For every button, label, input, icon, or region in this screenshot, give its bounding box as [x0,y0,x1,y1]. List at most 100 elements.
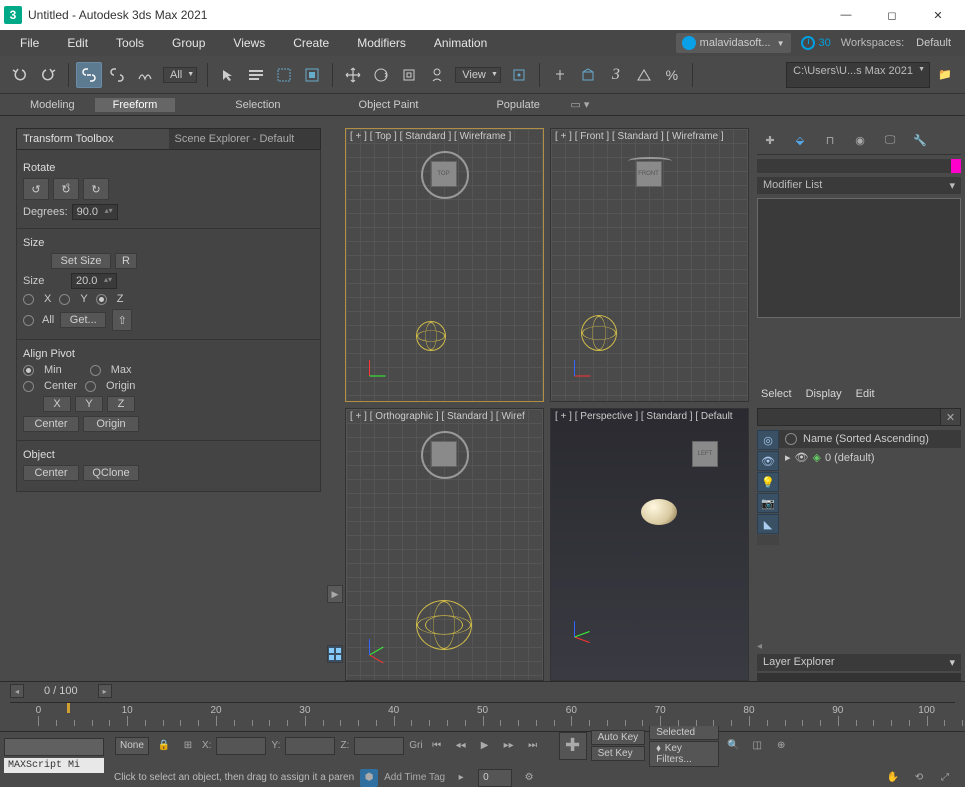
list-header[interactable]: Name (Sorted Ascending) [779,430,961,448]
snap-icon[interactable]: 3 [603,62,629,88]
layer-scrollbar[interactable] [757,673,961,681]
frame-field[interactable]: 0 [478,769,512,787]
keymode-icon[interactable] [575,62,601,88]
timetag-icon[interactable]: ⬢ [360,769,378,787]
nav-icon[interactable]: ⊕ [771,737,791,755]
axis-y-radio[interactable] [59,294,70,305]
layer-explorer-dropdown[interactable]: Layer Explorer▾ [757,654,961,671]
pivot-center-radio[interactable] [23,381,34,392]
viewport-top[interactable]: [ + ] [ Top ] [ Standard ] [ Wireframe ]… [345,128,544,402]
arrow-up-button[interactable]: ⇧ [112,309,132,331]
pivot-icon[interactable] [506,62,532,88]
get-size-button[interactable]: Get... [60,312,106,328]
keymode-dropdown[interactable]: Selected [649,725,719,740]
add-key-button[interactable]: ✚ [559,732,587,760]
menu-views[interactable]: Views [219,30,279,56]
search-input[interactable] [757,408,941,426]
link-icon[interactable] [76,62,102,88]
tab-transform-toolbox[interactable]: Transform Toolbox [17,129,169,149]
display-tab-icon[interactable]: 🖵 [879,130,901,150]
timeline-right-button[interactable]: ▸ [98,684,112,698]
menu-edit[interactable]: Edit [53,30,102,56]
viewport-ortho[interactable]: [ + ] [ Orthographic ] [ Standard ] [ Wi… [345,408,544,682]
setkey-button[interactable]: Set Key [591,746,646,761]
goto-end-icon[interactable]: ⏭ [523,737,543,755]
se-tab-edit[interactable]: Edit [856,388,875,400]
isolate-icon[interactable]: 🔍 [723,737,743,755]
lock-icon[interactable]: 🔒 [154,737,174,755]
goto-start-icon[interactable]: ⏮ [427,737,447,755]
viewport-layout-button[interactable] [327,645,343,663]
viewport-top-label[interactable]: [ + ] [ Top ] [ Standard ] [ Wireframe ] [350,131,511,142]
filter-helper-icon[interactable]: ◣ [757,514,779,534]
sel-set-icon[interactable]: ◫ [747,737,767,755]
menu-create[interactable]: Create [279,30,343,56]
move-icon[interactable] [340,62,366,88]
expand-button[interactable]: ▶ [327,585,343,603]
menu-group[interactable]: Group [158,30,219,56]
filter-all-icon[interactable]: ◎ [757,430,779,450]
redo-icon[interactable] [35,62,61,88]
object-center-button[interactable]: Center [23,465,79,481]
object-color-strip[interactable] [757,159,961,173]
viewport-perspective[interactable]: [ + ] [ Perspective ] [ Standard ] [ Def… [550,408,749,682]
select-name-icon[interactable] [243,62,269,88]
viewcube-front[interactable]: FRONT [628,153,672,197]
pivot-min-radio[interactable] [23,365,34,376]
maxscript-listener[interactable]: MAXScript Mi [4,758,104,773]
clear-search-button[interactable]: ✕ [941,408,961,426]
filter-light-icon[interactable]: 💡 [757,472,779,492]
y-field[interactable] [285,737,335,755]
viewport-ortho-label[interactable]: [ + ] [ Orthographic ] [ Standard ] [ Wi… [350,411,525,422]
percent-snap-icon[interactable]: % [659,62,685,88]
selection-filter-dropdown[interactable]: All [163,67,197,83]
hierarchy-tab-icon[interactable]: ⊓ [819,130,841,150]
se-tab-select[interactable]: Select [761,388,792,400]
viewcube-ortho[interactable] [423,433,467,477]
align-z-button[interactable]: Z [107,396,135,412]
se-tab-display[interactable]: Display [806,388,842,400]
set-size-button[interactable]: Set Size [51,253,111,269]
tab-populate[interactable]: Populate [478,98,557,112]
modifier-stack[interactable] [757,198,961,318]
menu-tools[interactable]: Tools [102,30,158,56]
timeline-left-button[interactable]: ◂ [10,684,24,698]
pivot-max-radio[interactable] [90,365,101,376]
menu-modifiers[interactable]: Modifiers [343,30,420,56]
coord-icon[interactable]: ⊞ [178,737,198,755]
menu-animation[interactable]: Animation [420,30,501,56]
modify-tab-icon[interactable]: ⬙ [789,130,811,150]
create-tab-icon[interactable]: ✚ [759,130,781,150]
tab-modeling[interactable]: Modeling [12,98,93,112]
minimize-button[interactable]: — [823,0,869,30]
close-button[interactable]: ✕ [915,0,961,30]
window-crossing-icon[interactable] [299,62,325,88]
time-ruler[interactable]: 0102030405060708090100 [10,702,955,726]
unlink-icon[interactable] [104,62,130,88]
zoom-icon[interactable]: ⤢ [935,769,955,787]
tab-selection[interactable]: Selection [217,98,298,112]
angle-snap-icon[interactable] [631,62,657,88]
modifier-list-dropdown[interactable]: Modifier List▾ [757,177,961,194]
rotate-icon[interactable] [368,62,394,88]
size-spinner[interactable]: 20.0▴▾ [71,273,117,289]
autokey-button[interactable]: Auto Key [591,730,646,745]
manipulate-icon[interactable] [547,62,573,88]
time-marker[interactable] [67,703,70,713]
color-swatch[interactable] [951,159,961,173]
filter-vis-icon[interactable]: 👁 [757,451,779,471]
select-region-icon[interactable] [271,62,297,88]
list-row[interactable]: ▸👁◈0 (default) [779,448,961,467]
x-field[interactable] [216,737,266,755]
align-origin-button[interactable]: Origin [83,416,139,432]
credits-counter[interactable]: 30 [795,36,837,50]
utilities-tab-icon[interactable]: 🔧 [909,130,931,150]
refcoord-dropdown[interactable]: View [455,67,501,83]
motion-tab-icon[interactable]: ◉ [849,130,871,150]
scale-icon[interactable] [396,62,422,88]
rotate-reset-button[interactable]: ↻̊ [53,178,79,200]
sel-lock-field[interactable]: None [115,737,149,755]
viewcube-top[interactable]: TOP [423,153,467,197]
viewcube-persp[interactable]: LEFT [684,433,728,477]
menu-file[interactable]: File [6,30,53,56]
